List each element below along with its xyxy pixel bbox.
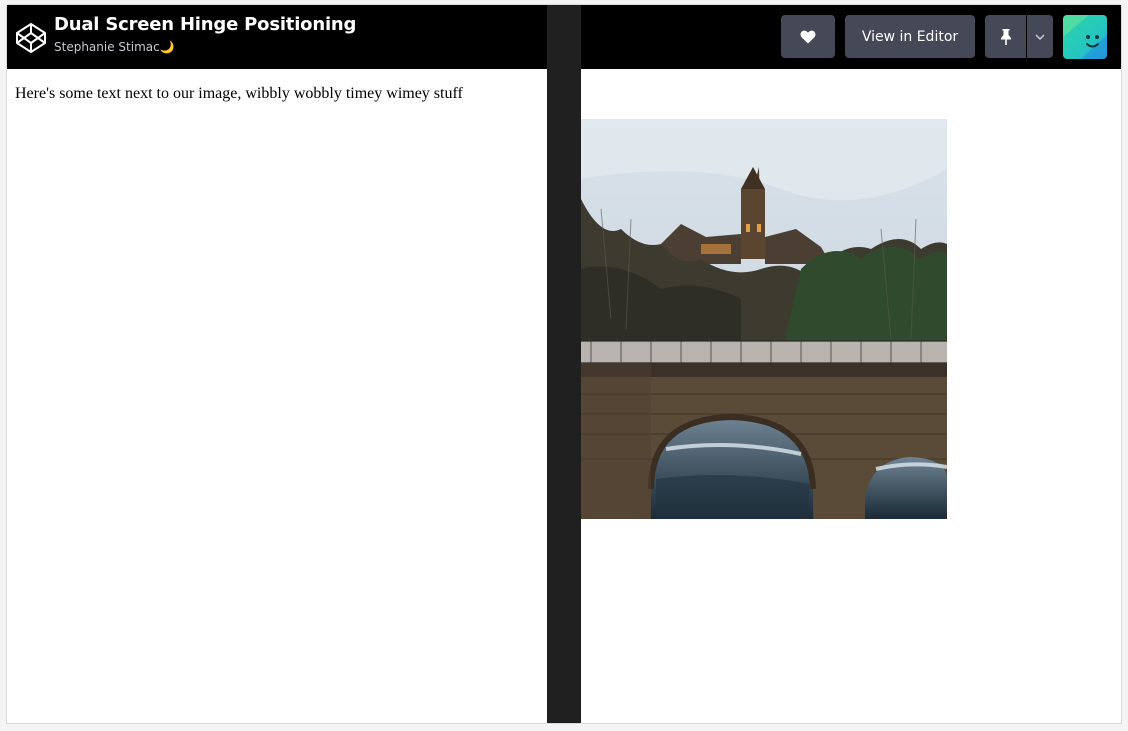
smiley-avatar-icon	[1063, 15, 1107, 59]
pen-author[interactable]: Stephanie Stimac🌙	[54, 40, 175, 54]
pin-button[interactable]	[985, 15, 1026, 58]
pin-icon	[1000, 28, 1011, 45]
user-avatar[interactable]	[1063, 15, 1107, 59]
pane-text: Here's some text next to our image, wibb…	[15, 85, 463, 102]
codepen-logo-icon[interactable]	[15, 22, 47, 54]
view-in-editor-button[interactable]: View in Editor	[845, 15, 975, 58]
pin-options-dropdown[interactable]	[1027, 15, 1053, 58]
heart-icon	[800, 30, 816, 43]
chevron-down-icon	[1035, 33, 1045, 40]
left-screen-pane: Here's some text next to our image, wibb…	[7, 69, 547, 723]
moon-emoji: 🌙	[159, 40, 175, 54]
author-name[interactable]: Stephanie Stimac	[54, 40, 160, 54]
right-screen-pane	[581, 69, 1121, 723]
castle-bridge-photo	[581, 119, 947, 519]
love-button[interactable]	[781, 15, 835, 58]
pen-title[interactable]: Dual Screen Hinge Positioning	[54, 14, 356, 35]
pen-frame: Dual Screen Hinge Positioning Stephanie …	[6, 4, 1122, 724]
hinge-divider	[547, 5, 581, 723]
